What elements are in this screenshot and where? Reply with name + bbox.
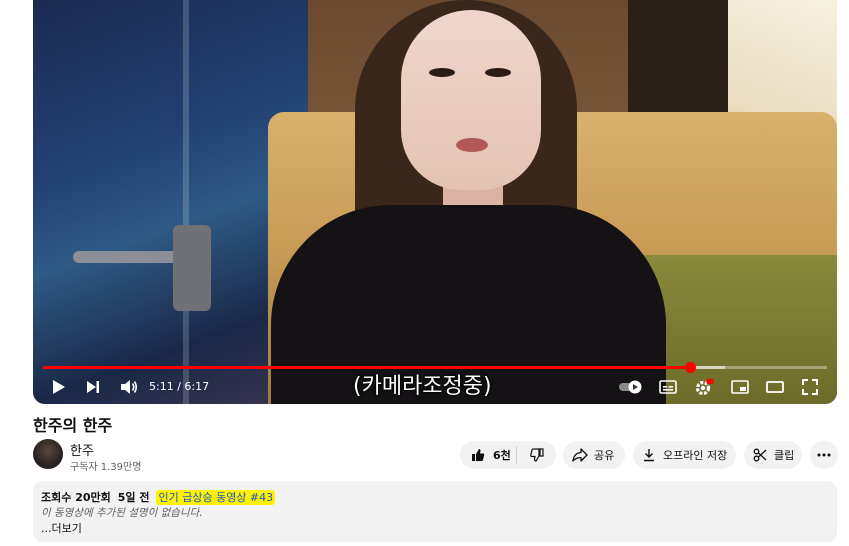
channel-name[interactable]: 한주 <box>70 440 94 459</box>
autoplay-icon <box>619 380 642 394</box>
clip-label: 클립 <box>774 449 795 462</box>
like-button[interactable]: 6천 <box>460 441 516 469</box>
download-button[interactable]: 오프라인 저장 <box>633 441 736 469</box>
dislike-button[interactable] <box>517 441 556 469</box>
description-meta: 조회수 20만회 5일 전 인기 급상승 동영상 #43 <box>41 489 276 505</box>
video-player[interactable]: (카메라조정중) 5:11 / 6:17 <box>33 0 837 404</box>
view-count: 조회수 20만회 <box>41 491 111 504</box>
trending-tag[interactable]: 인기 급상승 동영상 #43 <box>156 490 276 505</box>
clip-button[interactable]: 클립 <box>744 441 802 469</box>
video-title: 한주의 한주 <box>33 416 113 435</box>
gear-icon <box>695 379 714 396</box>
progress-played <box>43 366 691 369</box>
autoplay-toggle[interactable] <box>616 372 646 402</box>
theater-icon <box>766 381 784 393</box>
progress-bar[interactable] <box>43 362 827 373</box>
share-icon <box>572 448 588 462</box>
time-separator: / <box>173 380 185 393</box>
video-frame <box>33 0 837 404</box>
settings-button[interactable] <box>691 372 717 402</box>
upload-age: 5일 전 <box>117 491 150 504</box>
show-more-link[interactable]: ...더보기 <box>41 520 82 536</box>
play-button[interactable] <box>47 372 71 402</box>
download-icon <box>644 449 654 462</box>
volume-button[interactable] <box>117 372 141 402</box>
more-actions-button[interactable] <box>810 441 838 469</box>
player-controls: 5:11 / 6:17 <box>33 372 837 402</box>
subtitles-icon <box>659 380 677 394</box>
door-handle <box>73 225 213 311</box>
volume-icon <box>121 380 138 394</box>
window-background <box>33 0 308 404</box>
next-icon <box>87 381 99 393</box>
subtitles-button[interactable] <box>655 372 681 402</box>
miniplayer-icon <box>731 380 749 394</box>
share-label: 공유 <box>594 449 615 462</box>
time-display: 5:11 / 6:17 <box>149 380 209 393</box>
thumbs-up-icon <box>472 449 485 461</box>
fullscreen-button[interactable] <box>797 372 823 402</box>
like-count: 6천 <box>493 449 511 462</box>
time-total: 6:17 <box>184 380 210 393</box>
thumbs-down-icon <box>530 448 544 462</box>
play-icon <box>53 380 65 394</box>
next-button[interactable] <box>81 372 105 402</box>
scissors-icon <box>753 448 767 462</box>
more-horizontal-icon <box>817 453 831 457</box>
theater-button[interactable] <box>762 372 788 402</box>
download-label: 오프라인 저장 <box>663 449 728 462</box>
description-text: 이 동영상에 추가된 설명이 없습니다. <box>41 507 203 519</box>
avatar[interactable] <box>33 439 63 469</box>
description-box[interactable]: 조회수 20만회 5일 전 인기 급상승 동영상 #43 이 동영상에 추가된 … <box>33 481 837 542</box>
person-face <box>401 10 541 190</box>
share-button[interactable]: 공유 <box>563 441 625 469</box>
time-current: 5:11 <box>149 380 174 393</box>
miniplayer-button[interactable] <box>727 372 753 402</box>
like-dislike-group: 6천 <box>460 441 556 469</box>
fullscreen-icon <box>802 379 818 395</box>
subscriber-count: 구독자 1.39만명 <box>70 462 142 473</box>
